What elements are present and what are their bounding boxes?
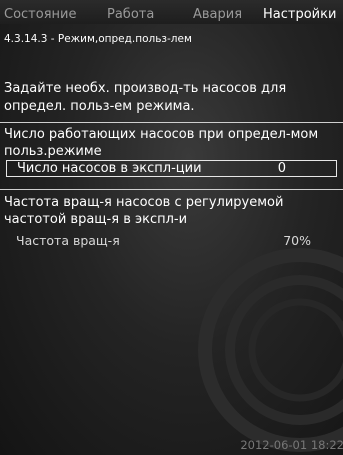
section-heading-speed-line-2: частотой вращ-я в экспл-и [4,212,188,227]
tab-bar: Состояние Работа Авария Настройки [0,0,343,24]
section-heading-speed-line-1: Частота вращ-я насосов с регулируемой [4,195,284,210]
intro-line-1: Задайте необх. производ-ть насосов для [4,81,287,96]
section-heading-pumps-line-1: Число работающих насосов при определ-мом [4,127,319,142]
divider [0,189,343,190]
speed-label: Частота вращ-я [16,233,120,248]
divider [0,122,343,123]
breadcrumb: 4.3.14.3 - Режим,опред.польз-лем [4,33,192,45]
speed-value: 70% [283,233,311,248]
tab-operation[interactable]: Работа [107,8,154,22]
speed-field[interactable]: Частота вращ-я 70% [6,233,337,250]
tab-status[interactable]: Состояние [4,8,76,22]
pumps-in-operation-value: 0 [277,161,286,176]
section-heading-pumps-line-2: польз.режиме [4,144,102,159]
intro-line-2: определ. польз-ем режима. [4,99,195,114]
tab-settings[interactable]: Настройки [263,8,336,22]
pumps-in-operation-label: Число насосов в экспл-ции [17,161,202,176]
timestamp: 2012-06-01 18:22 [240,438,343,452]
pumps-in-operation-field[interactable]: Число насосов в экспл-ции 0 [6,160,337,177]
tab-alarm[interactable]: Авария [193,8,242,22]
